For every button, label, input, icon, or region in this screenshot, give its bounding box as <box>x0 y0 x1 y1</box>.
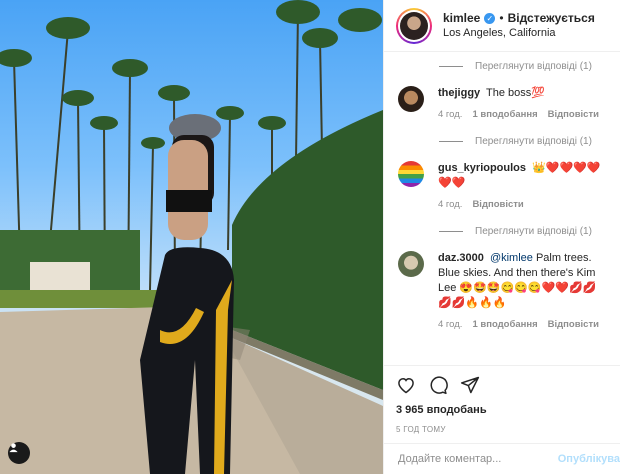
view-replies-button[interactable]: Переглянути відповіді (1) <box>384 224 620 238</box>
post-side-panel: kimlee ✓ • Відстежується Los Angeles, Ca… <box>383 0 620 474</box>
view-replies-button[interactable]: Переглянути відповіді (1) <box>384 59 620 73</box>
author-avatar[interactable] <box>396 7 432 44</box>
heart-icon[interactable] <box>396 375 416 398</box>
verified-badge-icon: ✓ <box>484 12 496 24</box>
comments-list: Переглянути відповіді (1) thejiggy The b… <box>384 53 620 365</box>
commenter-avatar[interactable] <box>398 251 424 277</box>
post-actions: 3 965 вподобань 5 ГОД ТОМУ <box>384 365 620 434</box>
comment-likes[interactable]: 1 вподобання <box>472 109 537 120</box>
comment-username[interactable]: gus_kyriopoulos <box>438 162 526 174</box>
post-location[interactable]: Los Angeles, California <box>443 26 595 41</box>
follow-status-button[interactable]: Відстежується <box>508 11 595 26</box>
post-comment-button[interactable]: Опублікува <box>558 453 620 465</box>
add-comment-bar: Опублікува <box>384 443 620 474</box>
comment-time[interactable]: 4 год. <box>438 109 462 120</box>
photo-scene <box>0 0 383 474</box>
comment-username[interactable]: thejiggy <box>438 87 480 99</box>
tagged-user-icon[interactable] <box>8 442 30 464</box>
post-header: kimlee ✓ • Відстежується Los Angeles, Ca… <box>384 0 620 52</box>
commenter-avatar[interactable] <box>398 86 424 112</box>
comment-item: daz.3000 @kimlee Palm trees. Blue skies.… <box>384 238 620 330</box>
comment-item: thejiggy The boss💯 4 год. 1 вподобання В… <box>384 73 620 120</box>
comment-item: gus_kyriopoulos 👑❤️❤️❤️❤️❤️❤️ 4 год. Від… <box>384 148 620 210</box>
commenter-avatar[interactable] <box>398 161 424 187</box>
separator-dot: • <box>499 10 504 25</box>
comment-input[interactable] <box>398 453 552 465</box>
comment-likes[interactable]: 1 вподобання <box>472 319 537 330</box>
share-icon[interactable] <box>460 375 480 398</box>
comment-time[interactable]: 4 год. <box>438 319 462 330</box>
comment-icon[interactable] <box>428 375 448 398</box>
comment-time[interactable]: 4 год. <box>438 199 462 210</box>
reply-button[interactable]: Відповісти <box>548 319 599 330</box>
reply-button[interactable]: Відповісти <box>472 199 523 210</box>
post-timestamp[interactable]: 5 ГОД ТОМУ <box>396 425 608 434</box>
likes-count[interactable]: 3 965 вподобань <box>396 404 608 416</box>
comment-mention[interactable]: @kimlee <box>490 252 533 264</box>
comment-text: The boss💯 <box>486 87 545 99</box>
comment-username[interactable]: daz.3000 <box>438 252 484 264</box>
author-username[interactable]: kimlee <box>443 11 480 26</box>
view-replies-button[interactable]: Переглянути відповіді (1) <box>384 134 620 148</box>
post-photo[interactable] <box>0 0 383 474</box>
reply-button[interactable]: Відповісти <box>548 109 599 120</box>
